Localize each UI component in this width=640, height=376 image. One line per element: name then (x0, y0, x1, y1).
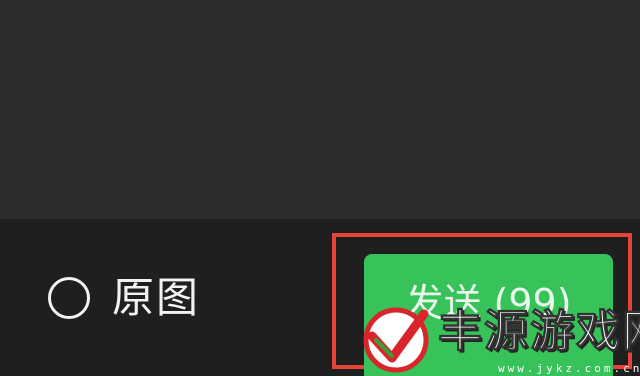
image-preview-area (0, 0, 640, 219)
watermark-url: www.jykz.com.cn (498, 362, 640, 375)
original-image-toggle[interactable]: 原图 (48, 274, 200, 322)
watermark: 丰源游戏网 www.jykz.com.cn (362, 306, 640, 376)
original-image-label: 原图 (112, 273, 201, 322)
radio-unchecked-icon[interactable] (48, 277, 90, 319)
checkmark-logo-icon (363, 307, 429, 373)
watermark-text: 丰源游戏网 (438, 306, 640, 357)
